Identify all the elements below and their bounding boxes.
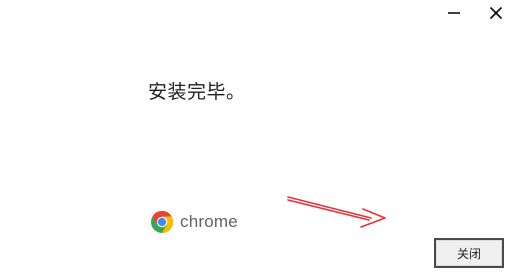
installer-window: 安装完毕。 chrome 关闭 bbox=[0, 0, 514, 277]
close-button[interactable]: 关闭 bbox=[434, 238, 504, 268]
minimize-icon bbox=[448, 12, 460, 14]
minimize-button[interactable] bbox=[436, 0, 472, 26]
window-close-button[interactable] bbox=[478, 0, 514, 26]
chrome-logo-icon bbox=[151, 211, 174, 233]
close-icon bbox=[489, 6, 503, 20]
chrome-brand: chrome bbox=[150, 209, 238, 235]
install-complete-message: 安装完毕。 bbox=[148, 81, 246, 103]
brand-name: chrome bbox=[180, 212, 238, 231]
red-arrow-icon bbox=[287, 196, 386, 228]
